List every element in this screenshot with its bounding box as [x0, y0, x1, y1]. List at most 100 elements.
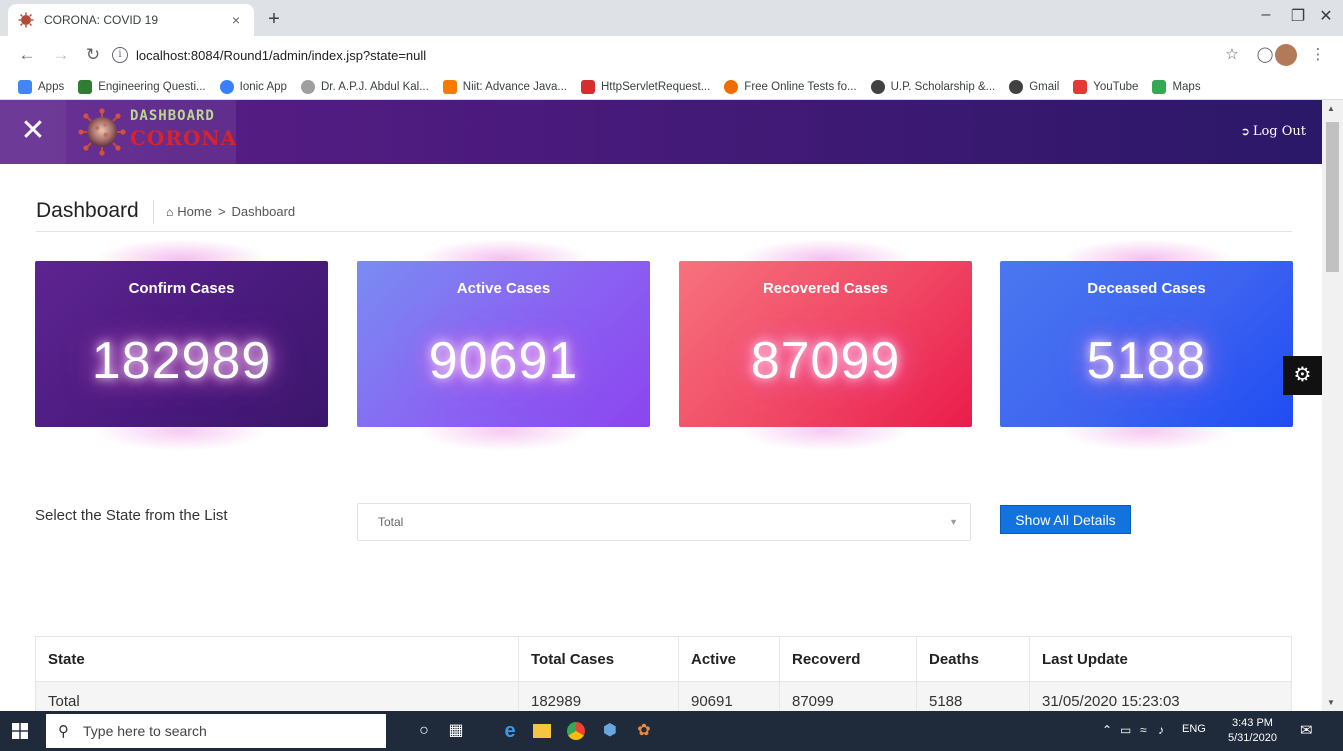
windows-start-icon[interactable]: [12, 723, 28, 739]
deceased-cases-card: Deceased Cases 5188: [1000, 239, 1293, 451]
state-select-value: Total: [378, 515, 404, 529]
bookmark-niit[interactable]: Niit: Advance Java...: [442, 79, 567, 94]
bookmark-label: Apps: [38, 80, 65, 93]
state-data-table: State Total Cases Active Recoverd Deaths…: [35, 636, 1292, 722]
address-url: localhost:8084/Round1/admin/index.jsp?st…: [136, 47, 427, 63]
bookmark-gmail[interactable]: Gmail: [1009, 79, 1060, 94]
sidebar-close-icon[interactable]: ✕: [0, 100, 66, 164]
reload-icon[interactable]: ↻: [82, 45, 104, 65]
window-close-icon[interactable]: ✕: [1314, 6, 1338, 26]
home-icon[interactable]: ⌂: [166, 205, 173, 219]
browser-tabstrip: CORONA: COVID 19 × + – ❐ ✕: [0, 0, 1343, 36]
new-tab-button[interactable]: +: [262, 8, 286, 32]
bookmark-label: Engineering Questi...: [98, 80, 206, 93]
edge-browser-icon[interactable]: e: [498, 719, 522, 743]
card-value: 5188: [1086, 332, 1207, 390]
bookmark-youtube[interactable]: YouTube: [1073, 79, 1138, 94]
bookmark-label: HttpServletRequest...: [600, 80, 711, 93]
page-scrollbar[interactable]: ▲ ▼: [1322, 100, 1343, 711]
card-value: 182989: [91, 332, 272, 390]
cube-app-icon[interactable]: ⬢: [598, 719, 622, 743]
column-header-last-update: Last Update: [1029, 636, 1292, 682]
app-header: ✕ DASHBOARD CORONA ➲ Log Out: [0, 100, 1322, 164]
task-view-icon[interactable]: ▦: [444, 719, 468, 743]
browser-menu-icon[interactable]: ⋮: [1308, 45, 1328, 65]
card-title: Recovered Cases: [762, 280, 889, 297]
bookmark-free-tests[interactable]: Free Online Tests fo...: [724, 79, 857, 94]
sign-out-icon: ➲: [1240, 125, 1250, 138]
ionic-icon: [219, 79, 234, 94]
bookmark-star-icon[interactable]: ☆: [1222, 45, 1242, 65]
windows-taskbar: ⚲ Type here to search ○ ▦ e ⬢ ✿ ⌃ ▭ ≈ ♪ …: [0, 711, 1343, 751]
bookmark-apps[interactable]: Apps: [18, 79, 65, 94]
volume-icon[interactable]: ♪: [1158, 723, 1164, 737]
browser-tab[interactable]: CORONA: COVID 19 ×: [8, 4, 254, 36]
logout-button[interactable]: ➲ Log Out: [1241, 124, 1306, 139]
logout-label: Log Out: [1252, 124, 1306, 139]
profile-avatar[interactable]: [1275, 44, 1297, 66]
minimize-icon[interactable]: –: [1254, 6, 1278, 24]
tray-chevron-up-icon[interactable]: ⌃: [1102, 723, 1112, 737]
state-select[interactable]: Total ▼: [357, 503, 971, 541]
forward-arrow-icon[interactable]: →: [50, 45, 72, 65]
virus-favicon-icon: [18, 12, 34, 28]
wifi-icon[interactable]: ≈: [1140, 723, 1147, 737]
bookmark-scholarship[interactable]: U.P. Scholarship &...: [870, 79, 996, 94]
column-header-state: State: [35, 636, 519, 682]
card-title: Active Cases: [456, 280, 551, 297]
file-explorer-icon[interactable]: [530, 719, 554, 743]
show-all-details-button[interactable]: Show All Details: [1000, 505, 1131, 534]
settings-gear-icon[interactable]: ⚙: [1283, 356, 1322, 395]
breadcrumb-home[interactable]: Home: [177, 204, 212, 219]
bookmark-label: Ionic App: [239, 80, 287, 93]
paint-app-icon[interactable]: ✿: [632, 719, 656, 743]
apps-grid-icon: [18, 79, 32, 94]
breadcrumb-current: Dashboard: [231, 204, 296, 219]
column-header-recovered: Recoverd: [779, 636, 917, 682]
page-title: Dashboard: [36, 199, 139, 222]
brand-title-top: DASHBOARD: [130, 108, 215, 124]
taskbar-search-box[interactable]: ⚲ Type here to search: [46, 714, 386, 748]
clock-date: 5/31/2020: [1228, 732, 1277, 744]
bookmark-maps[interactable]: Maps: [1152, 79, 1201, 94]
site-info-icon[interactable]: i: [112, 47, 128, 63]
kalam-icon: [300, 79, 315, 94]
scroll-up-arrow-icon[interactable]: ▲: [1327, 104, 1335, 113]
scrollbar-thumb[interactable]: [1326, 122, 1339, 272]
column-header-active: Active: [678, 636, 780, 682]
bookmark-label: Niit: Advance Java...: [462, 80, 567, 93]
restore-icon[interactable]: ❐: [1286, 6, 1310, 26]
tab-close-icon[interactable]: ×: [228, 12, 244, 28]
browser-toolbar: ← → ↻ i localhost:8084/Round1/admin/inde…: [0, 36, 1343, 74]
brand-title-bottom: CORONA: [130, 126, 238, 150]
bookmark-label: Gmail: [1029, 80, 1060, 93]
bookmark-ionic[interactable]: Ionic App: [219, 79, 287, 94]
breadcrumb: ⌂ Home > Dashboard: [166, 204, 295, 219]
bookmark-httpservlet[interactable]: HttpServletRequest...: [580, 79, 711, 94]
taskbar-clock[interactable]: 3:43 PM 5/31/2020: [1228, 716, 1277, 746]
title-divider: [36, 231, 1292, 232]
input-language-indicator[interactable]: ENG: [1182, 723, 1206, 735]
card-title: Confirm Cases: [128, 280, 235, 297]
active-cases-card: Active Cases 90691: [357, 239, 650, 451]
bookmark-label: U.P. Scholarship &...: [890, 80, 996, 93]
recovered-cases-card: Recovered Cases 87099: [679, 239, 972, 451]
bookmark-kalam[interactable]: Dr. A.P.J. Abdul Kal...: [300, 79, 429, 94]
back-arrow-icon[interactable]: ←: [16, 45, 38, 65]
notifications-icon[interactable]: ✉: [1300, 721, 1313, 739]
card-title: Deceased Cases: [1087, 280, 1206, 297]
youtube-icon: [1073, 79, 1088, 94]
bookmark-engineering[interactable]: Engineering Questi...: [78, 79, 206, 94]
brand-logo[interactable]: DASHBOARD CORONA: [66, 100, 236, 164]
extension-shield-icon[interactable]: ◯: [1255, 45, 1275, 65]
search-icon: ⚲: [58, 723, 69, 740]
column-header-total-cases: Total Cases: [518, 636, 679, 682]
chrome-taskbar-icon[interactable]: [564, 719, 588, 743]
cortana-icon[interactable]: ○: [412, 719, 436, 743]
scroll-down-arrow-icon[interactable]: ▼: [1327, 698, 1335, 707]
clock-time: 3:43 PM: [1231, 717, 1273, 729]
battery-icon[interactable]: ▭: [1120, 723, 1131, 737]
card-value: 90691: [428, 332, 579, 390]
address-bar[interactable]: i localhost:8084/Round1/admin/index.jsp?…: [112, 42, 1202, 68]
blogger-icon: [442, 79, 457, 94]
